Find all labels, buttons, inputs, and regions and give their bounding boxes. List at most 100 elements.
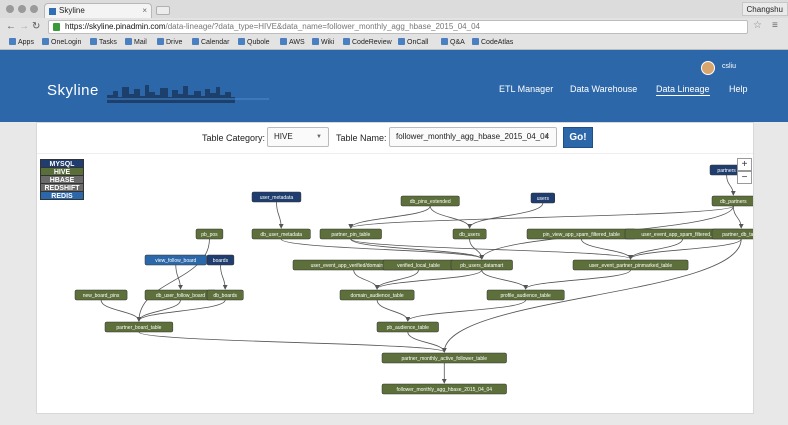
node-db-pins-extended[interactable]: db_pins_extended (400, 195, 460, 207)
node-domain-audience-table[interactable]: domain_audience_table (339, 289, 415, 301)
node-db-boards[interactable]: db_boards (206, 289, 244, 301)
lineage-panel: Table Category: HIVE ▼ Table Name: follo… (36, 122, 771, 414)
node-partner-board-table[interactable]: partner_board_table (104, 321, 174, 333)
node-pb-users-datamart[interactable]: pb_users_datamart (450, 259, 513, 271)
url-path: /data-lineage/?data_type=HIVE&data_name=… (165, 22, 480, 31)
node-label: follower_monthly_agg_hbase_2015_04_04 (396, 387, 492, 393)
close-tab-icon[interactable]: × (142, 4, 147, 18)
node-users[interactable]: users (530, 192, 555, 204)
nav-data-lineage[interactable]: Data Lineage (656, 84, 710, 96)
edge-profile_audience_table-to-pb_audience_table (405, 299, 527, 322)
edge-db_user_follow_board-to-partner_board_table (136, 299, 181, 322)
bookmark-drive[interactable]: Drive (157, 36, 182, 50)
table-name-select[interactable]: follower_monthly_agg_hbase_2015_04_04 ▼ (389, 127, 557, 147)
node-db-user-follow-board[interactable]: db_user_follow_board (144, 289, 217, 301)
edge-pb_users_datamart-to-domain_audience_table (374, 269, 483, 290)
node-verified-local-table[interactable]: verified_local_table (382, 259, 455, 271)
favicon-icon (49, 8, 56, 15)
node-pin-view-app-spam[interactable]: pin_view_app_spam_filtered_table (526, 228, 637, 240)
bookmark-aws[interactable]: AWS (280, 36, 305, 50)
edge-db_boards-to-partner_board_table (136, 299, 226, 322)
node-pb-pos[interactable]: pb_pos (195, 228, 224, 240)
node-partner-pin-table[interactable]: partner_pin_table (319, 228, 382, 240)
node-label: pb_audience_table (387, 325, 429, 331)
table-category-select[interactable]: HIVE ▼ (267, 127, 329, 147)
node-db-user-metadata[interactable]: db_user_metadata (251, 228, 311, 240)
profile-button[interactable]: Changshu (741, 2, 788, 16)
node-profile-audience-table[interactable]: profile_audience_table (486, 289, 565, 301)
close-window-icon[interactable] (6, 5, 14, 13)
edge-partner_db_table-to-user_event_partner (628, 238, 742, 260)
bookmark-qubole[interactable]: Qubole (238, 36, 270, 50)
nav-etl-manager[interactable]: ETL Manager (499, 84, 553, 94)
reload-icon[interactable]: ↻ (32, 21, 40, 33)
legend: MYSQL HIVE HBASE REDSHIFT REDIS (40, 159, 84, 200)
node-boards[interactable]: boards (206, 254, 235, 266)
bookmark-label: Q&A (450, 39, 465, 46)
bookmark-codereview[interactable]: CodeReview (343, 36, 392, 50)
bookmark-oncall[interactable]: OnCall (398, 36, 428, 50)
username[interactable]: csliu (722, 63, 736, 70)
zoom-out-button[interactable]: − (737, 171, 752, 184)
bookmark-calendar[interactable]: Calendar (192, 36, 229, 50)
table-category-label: Table Category: (202, 133, 266, 143)
node-db-users[interactable]: db_users (452, 228, 487, 240)
edge-user_event_partner-to-profile_audience_table (523, 269, 631, 290)
bookmark-onelogin[interactable]: OneLogin (42, 36, 81, 50)
zoom-in-button[interactable]: + (737, 158, 752, 171)
bookmark-label: CodeReview (352, 39, 392, 46)
node-label: user_event_app_spam_filtered_table (641, 232, 723, 238)
nav-help[interactable]: Help (729, 84, 748, 94)
go-button[interactable]: Go! (563, 127, 593, 148)
edge-new_board_pins-to-partner_board_table (100, 299, 142, 322)
avatar[interactable] (701, 61, 715, 75)
bookmark-tasks[interactable]: Tasks (90, 36, 117, 50)
lineage-graph-canvas[interactable]: partners user_metadata users view_follow_bo… (37, 154, 771, 414)
node-db-partners[interactable]: db_partners (711, 195, 755, 207)
bookmark-apps[interactable]: Apps (9, 36, 34, 50)
node-partner-db-table[interactable]: partner_db_table (711, 228, 771, 240)
edge-users-to-db_users (467, 202, 544, 229)
browser-tab[interactable]: Skyline × (44, 3, 152, 18)
bookmark-icon (90, 38, 97, 45)
new-tab-button[interactable] (156, 6, 170, 15)
minimize-window-icon[interactable] (18, 5, 26, 13)
graph-nodes: partners user_metadata users view_follow_bo… (74, 164, 771, 395)
brand-title[interactable]: Skyline (47, 82, 99, 99)
nav-data-warehouse[interactable]: Data Warehouse (570, 84, 637, 94)
bookmark-icon (312, 38, 319, 45)
bookmark-codeatlas[interactable]: CodeAtlas (472, 36, 513, 50)
table-name-value: follower_monthly_agg_hbase_2015_04_04 (396, 132, 550, 141)
node-follower-monthly[interactable]: follower_monthly_agg_hbase_2015_04_04 (381, 383, 507, 395)
node-label: partner_monthly_active_follower_table (401, 356, 487, 362)
node-pb-audience-table[interactable]: pb_audience_table (376, 321, 439, 333)
back-icon[interactable]: ← (6, 21, 16, 33)
bookmark-label: Qubole (247, 39, 270, 46)
bookmark-label: OnCall (407, 39, 429, 46)
bookmark-wiki[interactable]: Wiki (312, 36, 334, 50)
node-user-event-partner[interactable]: user_event_partner_pinmarked_table (572, 259, 689, 271)
node-label: user_event_partner_pinmarked_table (589, 263, 672, 269)
bookmark-label: CodeAtlas (481, 39, 514, 46)
bookmark-star-icon[interactable]: ☆ (753, 20, 762, 31)
bookmark-icon (125, 38, 132, 45)
node-label: db_user_metadata (260, 232, 302, 238)
node-label: partners (717, 168, 736, 174)
lineage-graph[interactable]: MYSQL HIVE HBASE REDSHIFT REDIS + − partners… (37, 153, 771, 414)
address-bar[interactable]: https://skyline.pinadmin.com/data-lineag… (48, 20, 748, 34)
bookmark-label: Tasks (99, 39, 117, 46)
bookmark-mail[interactable]: Mail (125, 36, 147, 50)
node-user-metadata[interactable]: user_metadata (251, 191, 302, 203)
bookmark-label: Mail (134, 39, 147, 46)
bookmark-icon (441, 38, 448, 45)
forward-icon[interactable]: → (19, 21, 29, 33)
node-view-follow-board[interactable]: view_follow_board (144, 254, 207, 266)
node-partner-monthly[interactable]: partner_monthly_active_follower_table (381, 352, 507, 364)
browser-menu-icon[interactable]: ≡ (772, 20, 778, 31)
maximize-window-icon[interactable] (30, 5, 38, 13)
bookmark-label: AWS (289, 39, 305, 46)
node-label: profile_audience_table (500, 293, 551, 299)
node-label: db_user_follow_board (156, 293, 205, 299)
bookmark-q-a[interactable]: Q&A (441, 36, 465, 50)
node-new-board-pins[interactable]: new_board_pins (74, 289, 128, 301)
